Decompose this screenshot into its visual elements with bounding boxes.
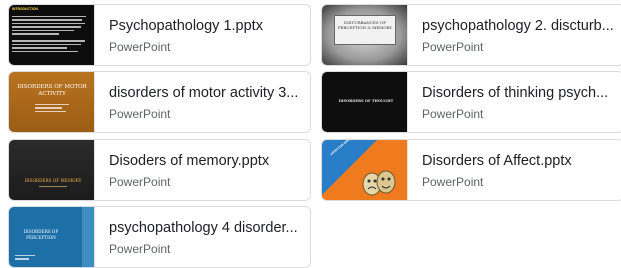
- thumbnail-text-lines: [12, 16, 90, 54]
- file-card-psychopathology-4[interactable]: DISORDERS OF PERCEPTION psychopathology …: [8, 206, 311, 268]
- file-type: PowerPoint: [109, 107, 171, 121]
- file-title: psychopathology 4 disorder...: [109, 220, 298, 236]
- file-card-affect[interactable]: AFFECTIVE DISORDERS Disorders of Affect.…: [321, 139, 621, 201]
- file-card-psychopathology-2[interactable]: DISTURBANCES OF PERCEPTION & MEMORY psyc…: [321, 4, 621, 66]
- thumbnail-text-lines: [15, 255, 35, 262]
- file-thumbnail: DISORDERS OF PERCEPTION: [9, 207, 95, 267]
- file-thumbnail: AFFECTIVE DISORDERS: [322, 140, 408, 200]
- file-title: Psychopathology 1.pptx: [109, 18, 263, 34]
- file-title: psychopathology 2. discturb...: [422, 18, 614, 34]
- file-card-psychopathology-1[interactable]: INTRODUCTION Psychopathology 1.pptx Powe…: [8, 4, 311, 66]
- file-thumbnail: DISTURBANCES OF PERCEPTION & MEMORY: [322, 5, 408, 65]
- thumbnail-heading: DISORDERS OF PERCEPTION: [23, 229, 59, 240]
- thumbnail-text-lines: [35, 104, 69, 114]
- thumbnail-heading: DISORDERS OF MOTOR ACTIVITY: [17, 84, 87, 97]
- thumbnail-heading: INTRODUCTION: [12, 7, 38, 11]
- file-card-memory[interactable]: DISORDERS OF MEMORY Disoders of memory.p…: [8, 139, 311, 201]
- file-title: disorders of motor activity 3...: [109, 85, 299, 101]
- file-type: PowerPoint: [109, 175, 171, 189]
- file-type: PowerPoint: [109, 40, 171, 54]
- file-type: PowerPoint: [422, 107, 484, 121]
- file-thumbnail: INTRODUCTION: [9, 5, 95, 65]
- thumbnail-text-lines: [39, 186, 67, 189]
- thumbnail-heading: DISORDERS OF THOUGHT: [338, 99, 394, 103]
- file-card-thinking[interactable]: DISORDERS OF THOUGHT Disorders of thinki…: [321, 71, 621, 133]
- file-type: PowerPoint: [422, 40, 484, 54]
- file-title: Disoders of memory.pptx: [109, 153, 270, 169]
- file-type: PowerPoint: [109, 242, 171, 256]
- file-title: Disorders of Affect.pptx: [422, 153, 572, 169]
- file-card-motor-activity[interactable]: DISORDERS OF MOTOR ACTIVITY disorders of…: [8, 71, 311, 133]
- thumbnail-heading: DISTURBANCES OF PERCEPTION & MEMORY: [337, 20, 393, 30]
- file-thumbnail: DISORDERS OF THOUGHT: [322, 72, 408, 132]
- file-title: Disorders of thinking psych...: [422, 85, 609, 101]
- file-thumbnail: DISORDERS OF MOTOR ACTIVITY: [9, 72, 95, 132]
- file-type: PowerPoint: [422, 175, 484, 189]
- file-thumbnail: DISORDERS OF MEMORY: [9, 140, 95, 200]
- thumbnail-heading: DISORDERS OF MEMORY: [24, 178, 82, 183]
- thumbnail-side-band: [82, 207, 94, 267]
